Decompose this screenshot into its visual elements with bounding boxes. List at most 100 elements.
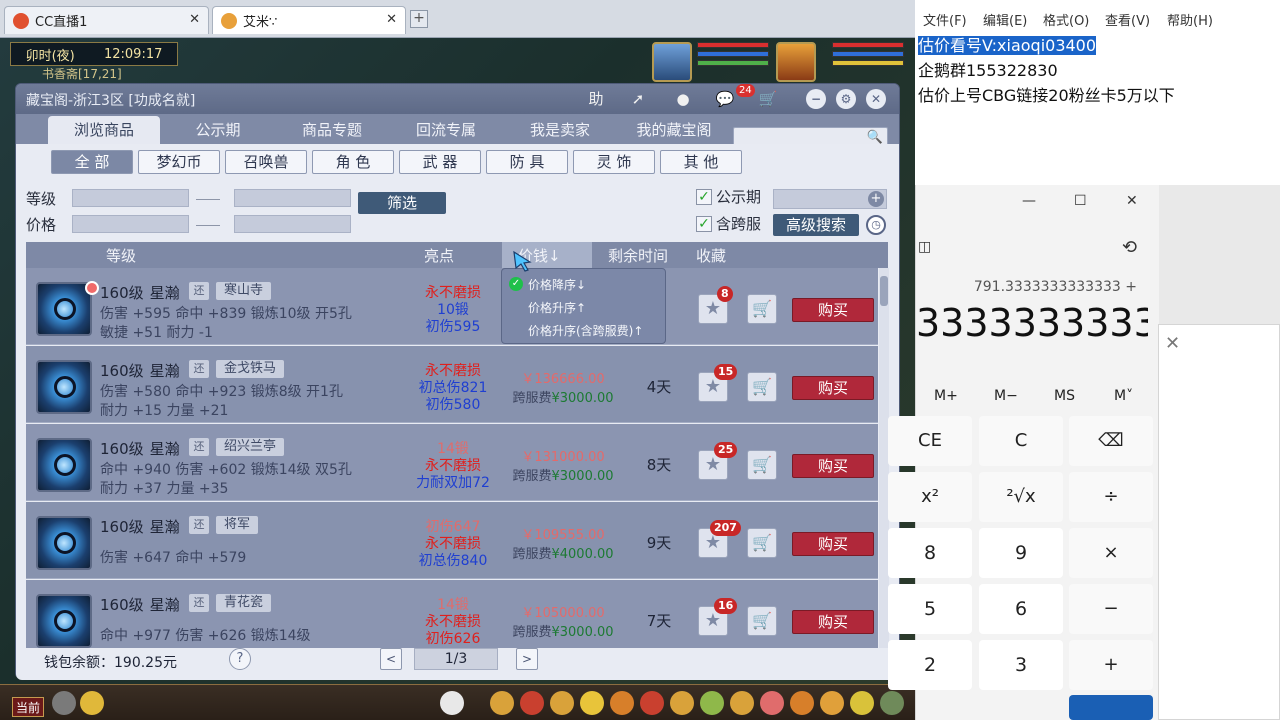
menu-file[interactable]: 文件(F) bbox=[923, 10, 967, 29]
history-clock-icon[interactable]: ◷ bbox=[866, 215, 886, 235]
settings-icon[interactable]: ⚙ bbox=[836, 89, 856, 109]
buy-button[interactable]: 购买 bbox=[792, 376, 874, 400]
sort-price-asc[interactable]: 价格升序↑ bbox=[528, 299, 586, 316]
plus-icon[interactable]: + bbox=[868, 191, 884, 207]
sqrt-button[interactable]: ²√x bbox=[979, 472, 1063, 522]
price-min-input[interactable] bbox=[72, 215, 189, 233]
table-row[interactable]: 160级 星瀚 还 将军 伤害 +647 命中 +579 初伤647 永不磨损 初… bbox=[26, 502, 878, 579]
backspace-button[interactable]: ⌫ bbox=[1069, 416, 1153, 466]
notepad-line[interactable]: 企鹅群155322830 bbox=[918, 57, 1058, 81]
sort-price-desc[interactable]: 价格降序↓ bbox=[528, 276, 586, 293]
close-tab-icon[interactable]: ✕ bbox=[386, 12, 397, 27]
pet-icon[interactable] bbox=[640, 691, 664, 715]
price-max-input[interactable] bbox=[234, 215, 351, 233]
quick-icon[interactable] bbox=[730, 691, 754, 715]
category-coins[interactable]: 梦幻币 bbox=[138, 150, 220, 174]
close-icon[interactable]: ✕ bbox=[1165, 333, 1180, 354]
memory-view-button[interactable]: M˅ bbox=[1114, 388, 1133, 404]
add-to-cart-icon[interactable]: 🛒 bbox=[747, 528, 777, 558]
filter-button[interactable]: 筛选 bbox=[358, 192, 446, 214]
advanced-search-button[interactable]: 高级搜索 bbox=[773, 214, 859, 236]
buy-button[interactable]: 购买 bbox=[792, 298, 874, 322]
help-icon[interactable]: ? bbox=[229, 648, 251, 670]
tab-public[interactable]: 公示期 bbox=[162, 116, 274, 144]
attack-icon[interactable] bbox=[490, 691, 514, 715]
add-to-cart-icon[interactable]: 🛒 bbox=[747, 294, 777, 324]
browser-tab-aimi[interactable]: 艾米∵ ✕ bbox=[212, 6, 406, 34]
close-icon[interactable]: ✕ bbox=[866, 89, 886, 109]
digit-5-button[interactable]: 5 bbox=[888, 584, 972, 634]
table-row[interactable]: 160级 星瀚 还 绍兴兰亭 命中 +940 伤害 +602 锻炼14级 双5孔 … bbox=[26, 424, 878, 501]
header-level[interactable]: 等级 bbox=[106, 245, 136, 266]
public-period-select[interactable]: + bbox=[773, 189, 887, 209]
header-favorite[interactable]: 收藏 bbox=[696, 245, 726, 266]
add-to-cart-icon[interactable]: 🛒 bbox=[747, 606, 777, 636]
square-button[interactable]: x² bbox=[888, 472, 972, 522]
menu-edit[interactable]: 编辑(E) bbox=[983, 10, 1027, 29]
player-portrait[interactable] bbox=[776, 42, 816, 82]
buy-button[interactable]: 购买 bbox=[792, 610, 874, 634]
category-roles[interactable]: 角 色 bbox=[312, 150, 394, 174]
cart-icon[interactable]: 🛒 bbox=[756, 88, 780, 110]
category-weapons[interactable]: 武 器 bbox=[399, 150, 481, 174]
menu-help[interactable]: 帮助(H) bbox=[1167, 10, 1213, 29]
channel-current-button[interactable]: 当前 bbox=[12, 697, 44, 717]
weapon-item-icon[interactable] bbox=[36, 438, 92, 492]
digit-3-button[interactable]: 3 bbox=[979, 640, 1063, 690]
buy-button[interactable]: 购买 bbox=[792, 454, 874, 478]
share-icon[interactable]: ➚ bbox=[626, 88, 650, 110]
tab-return[interactable]: 回流专属 bbox=[390, 116, 502, 144]
window-titlebar[interactable]: 藏宝阁-浙江3区 [功成名就] 助 ➚ ● 💬 24 🛒 − ⚙ ✕ bbox=[16, 84, 899, 114]
table-row[interactable]: 160级 星瀚 还 金戈铁马 伤害 +580 命中 +923 锻炼8级 开1孔 耐… bbox=[26, 346, 878, 423]
assist-button[interactable]: 助 bbox=[584, 88, 608, 110]
weapon-item-icon[interactable] bbox=[36, 516, 92, 570]
public-period-checkbox[interactable]: ✓ bbox=[696, 189, 712, 205]
minimize-icon[interactable]: — bbox=[1022, 193, 1036, 209]
weapon-item-icon[interactable] bbox=[36, 360, 92, 414]
add-to-cart-icon[interactable]: 🛒 bbox=[747, 450, 777, 480]
next-page-button[interactable]: > bbox=[516, 648, 538, 670]
message-icon[interactable]: 💬 bbox=[713, 88, 737, 110]
digit-2-button[interactable]: 2 bbox=[888, 640, 972, 690]
mic-icon[interactable] bbox=[52, 691, 76, 715]
notepad-line[interactable]: 估价上号CBG链接20粉丝卡5万以下 bbox=[918, 82, 1175, 106]
scrollbar-thumb[interactable] bbox=[880, 276, 888, 306]
weapon-item-icon[interactable] bbox=[36, 594, 92, 648]
divide-button[interactable]: ÷ bbox=[1069, 472, 1153, 522]
category-all[interactable]: 全 部 bbox=[51, 150, 133, 174]
buy-button[interactable]: 购买 bbox=[792, 532, 874, 556]
shop-icon[interactable] bbox=[790, 691, 814, 715]
friends-icon[interactable] bbox=[760, 691, 784, 715]
cross-server-checkbox[interactable]: ✓ bbox=[696, 216, 712, 232]
tab-topics[interactable]: 商品专题 bbox=[276, 116, 388, 144]
level-max-input[interactable] bbox=[234, 189, 351, 207]
trade-icon[interactable] bbox=[580, 691, 604, 715]
pet-portrait[interactable] bbox=[652, 42, 692, 82]
clear-button[interactable]: C bbox=[979, 416, 1063, 466]
table-row[interactable]: 160级 星瀚 还 青花瓷 命中 +977 伤害 +626 锻炼14级 14锻 永… bbox=[26, 580, 878, 648]
digit-6-button[interactable]: 6 bbox=[979, 584, 1063, 634]
notepad-line[interactable]: 估价看号V:xiaoqi03400 bbox=[918, 32, 1097, 56]
tab-browse[interactable]: 浏览商品 bbox=[48, 116, 160, 144]
new-tab-button[interactable]: + bbox=[410, 10, 428, 28]
memory-subtract-button[interactable]: M− bbox=[994, 388, 1018, 404]
table-row[interactable]: 160级 星瀚 还 寒山寺 伤害 +595 命中 +839 锻炼10级 开5孔 敏… bbox=[26, 268, 878, 345]
menu-view[interactable]: 查看(V) bbox=[1105, 10, 1150, 29]
category-pets[interactable]: 召唤兽 bbox=[225, 150, 307, 174]
memory-store-button[interactable]: MS bbox=[1054, 388, 1075, 404]
digit-8-button[interactable]: 8 bbox=[888, 528, 972, 578]
clear-entry-button[interactable]: CE bbox=[888, 416, 972, 466]
team-icon[interactable] bbox=[610, 691, 634, 715]
category-armor[interactable]: 防 具 bbox=[486, 150, 568, 174]
close-icon[interactable]: ✕ bbox=[1126, 193, 1138, 209]
ranking-icon[interactable] bbox=[850, 691, 874, 715]
browser-tab-cc-live[interactable]: CC直播1 ✕ bbox=[4, 6, 209, 34]
gang-icon[interactable] bbox=[700, 691, 724, 715]
menu-format[interactable]: 格式(O) bbox=[1043, 10, 1089, 29]
give-icon[interactable] bbox=[550, 691, 574, 715]
task-icon[interactable] bbox=[670, 691, 694, 715]
minimize-icon[interactable]: − bbox=[806, 89, 826, 109]
memory-add-button[interactable]: M+ bbox=[934, 388, 958, 404]
sort-price-asc-with-fee[interactable]: 价格升序(含跨服费)↑ bbox=[528, 322, 643, 339]
item-bag-icon[interactable] bbox=[520, 691, 544, 715]
